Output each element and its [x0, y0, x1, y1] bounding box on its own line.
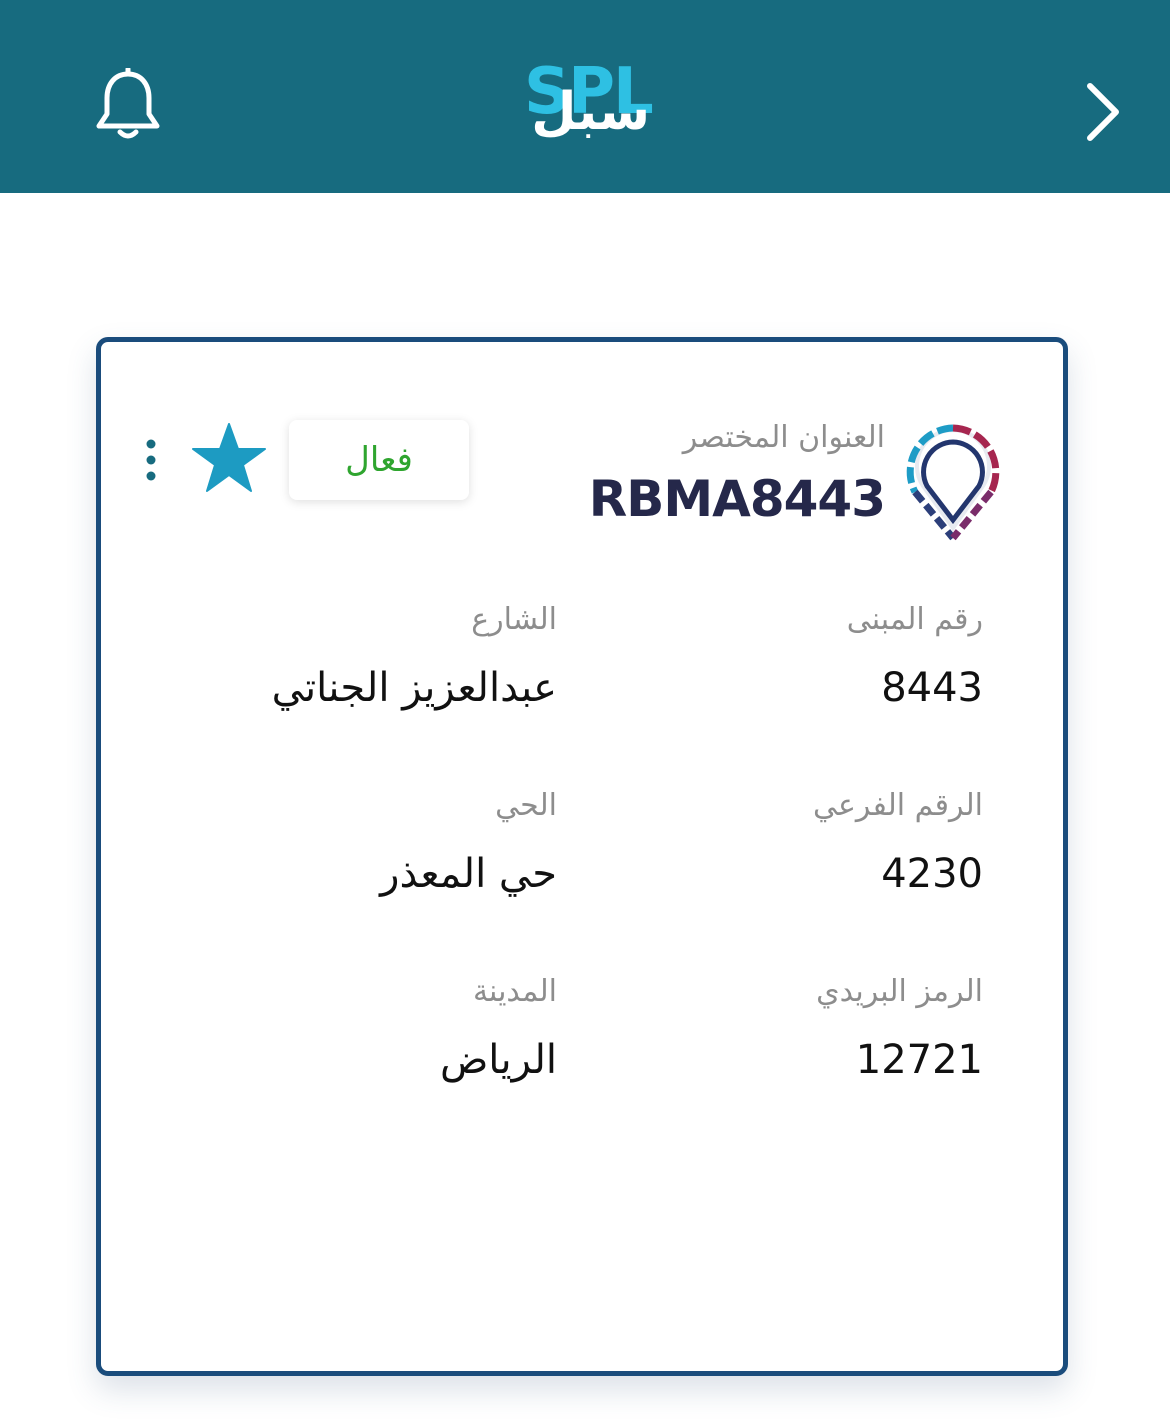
district-field: الحي حي المعذر: [380, 786, 557, 900]
secondary-number-label: الرقم الفرعي: [813, 788, 983, 823]
star-icon[interactable]: [191, 422, 267, 494]
street-label: الشارع: [471, 602, 557, 637]
chevron-right-icon[interactable]: [1080, 80, 1124, 144]
short-address-label: العنوان المختصر: [682, 420, 885, 455]
street-value: عبدالعزيز الجناتي: [271, 665, 557, 711]
city-label: المدينة: [472, 974, 557, 1009]
building-number-field: رقم المبنى 8443: [847, 600, 983, 714]
location-pin-icon: [906, 424, 1000, 541]
bell-icon[interactable]: [93, 68, 163, 142]
postal-code-field: الرمز البريدي 12721: [816, 972, 983, 1086]
building-number-label: رقم المبنى: [846, 602, 983, 637]
city-value: الرياض: [439, 1037, 557, 1083]
city-field: المدينة الرياض: [440, 972, 557, 1086]
street-field: الشارع عبدالعزيز الجناتي: [272, 600, 557, 714]
logo-arabic-text: سبل: [531, 82, 650, 142]
postal-code-label: الرمز البريدي: [816, 974, 983, 1009]
secondary-number-field: الرقم الفرعي 4230: [813, 786, 983, 900]
short-address-code: RBMA8443: [588, 470, 886, 528]
address-card[interactable]: العنوان المختصر RBMA8443 فعال رقم المبنى…: [96, 337, 1068, 1376]
secondary-number-value: 4230: [881, 851, 983, 897]
building-number-value: 8443: [881, 665, 983, 711]
district-value: حي المعذر: [380, 851, 557, 897]
more-vertical-icon[interactable]: [139, 438, 163, 484]
app-header: SPL سبل: [0, 0, 1170, 193]
district-label: الحي: [495, 788, 557, 823]
app-logo: SPL سبل: [510, 56, 660, 146]
postal-code-value: 12721: [855, 1037, 983, 1083]
status-badge: فعال: [289, 420, 469, 500]
